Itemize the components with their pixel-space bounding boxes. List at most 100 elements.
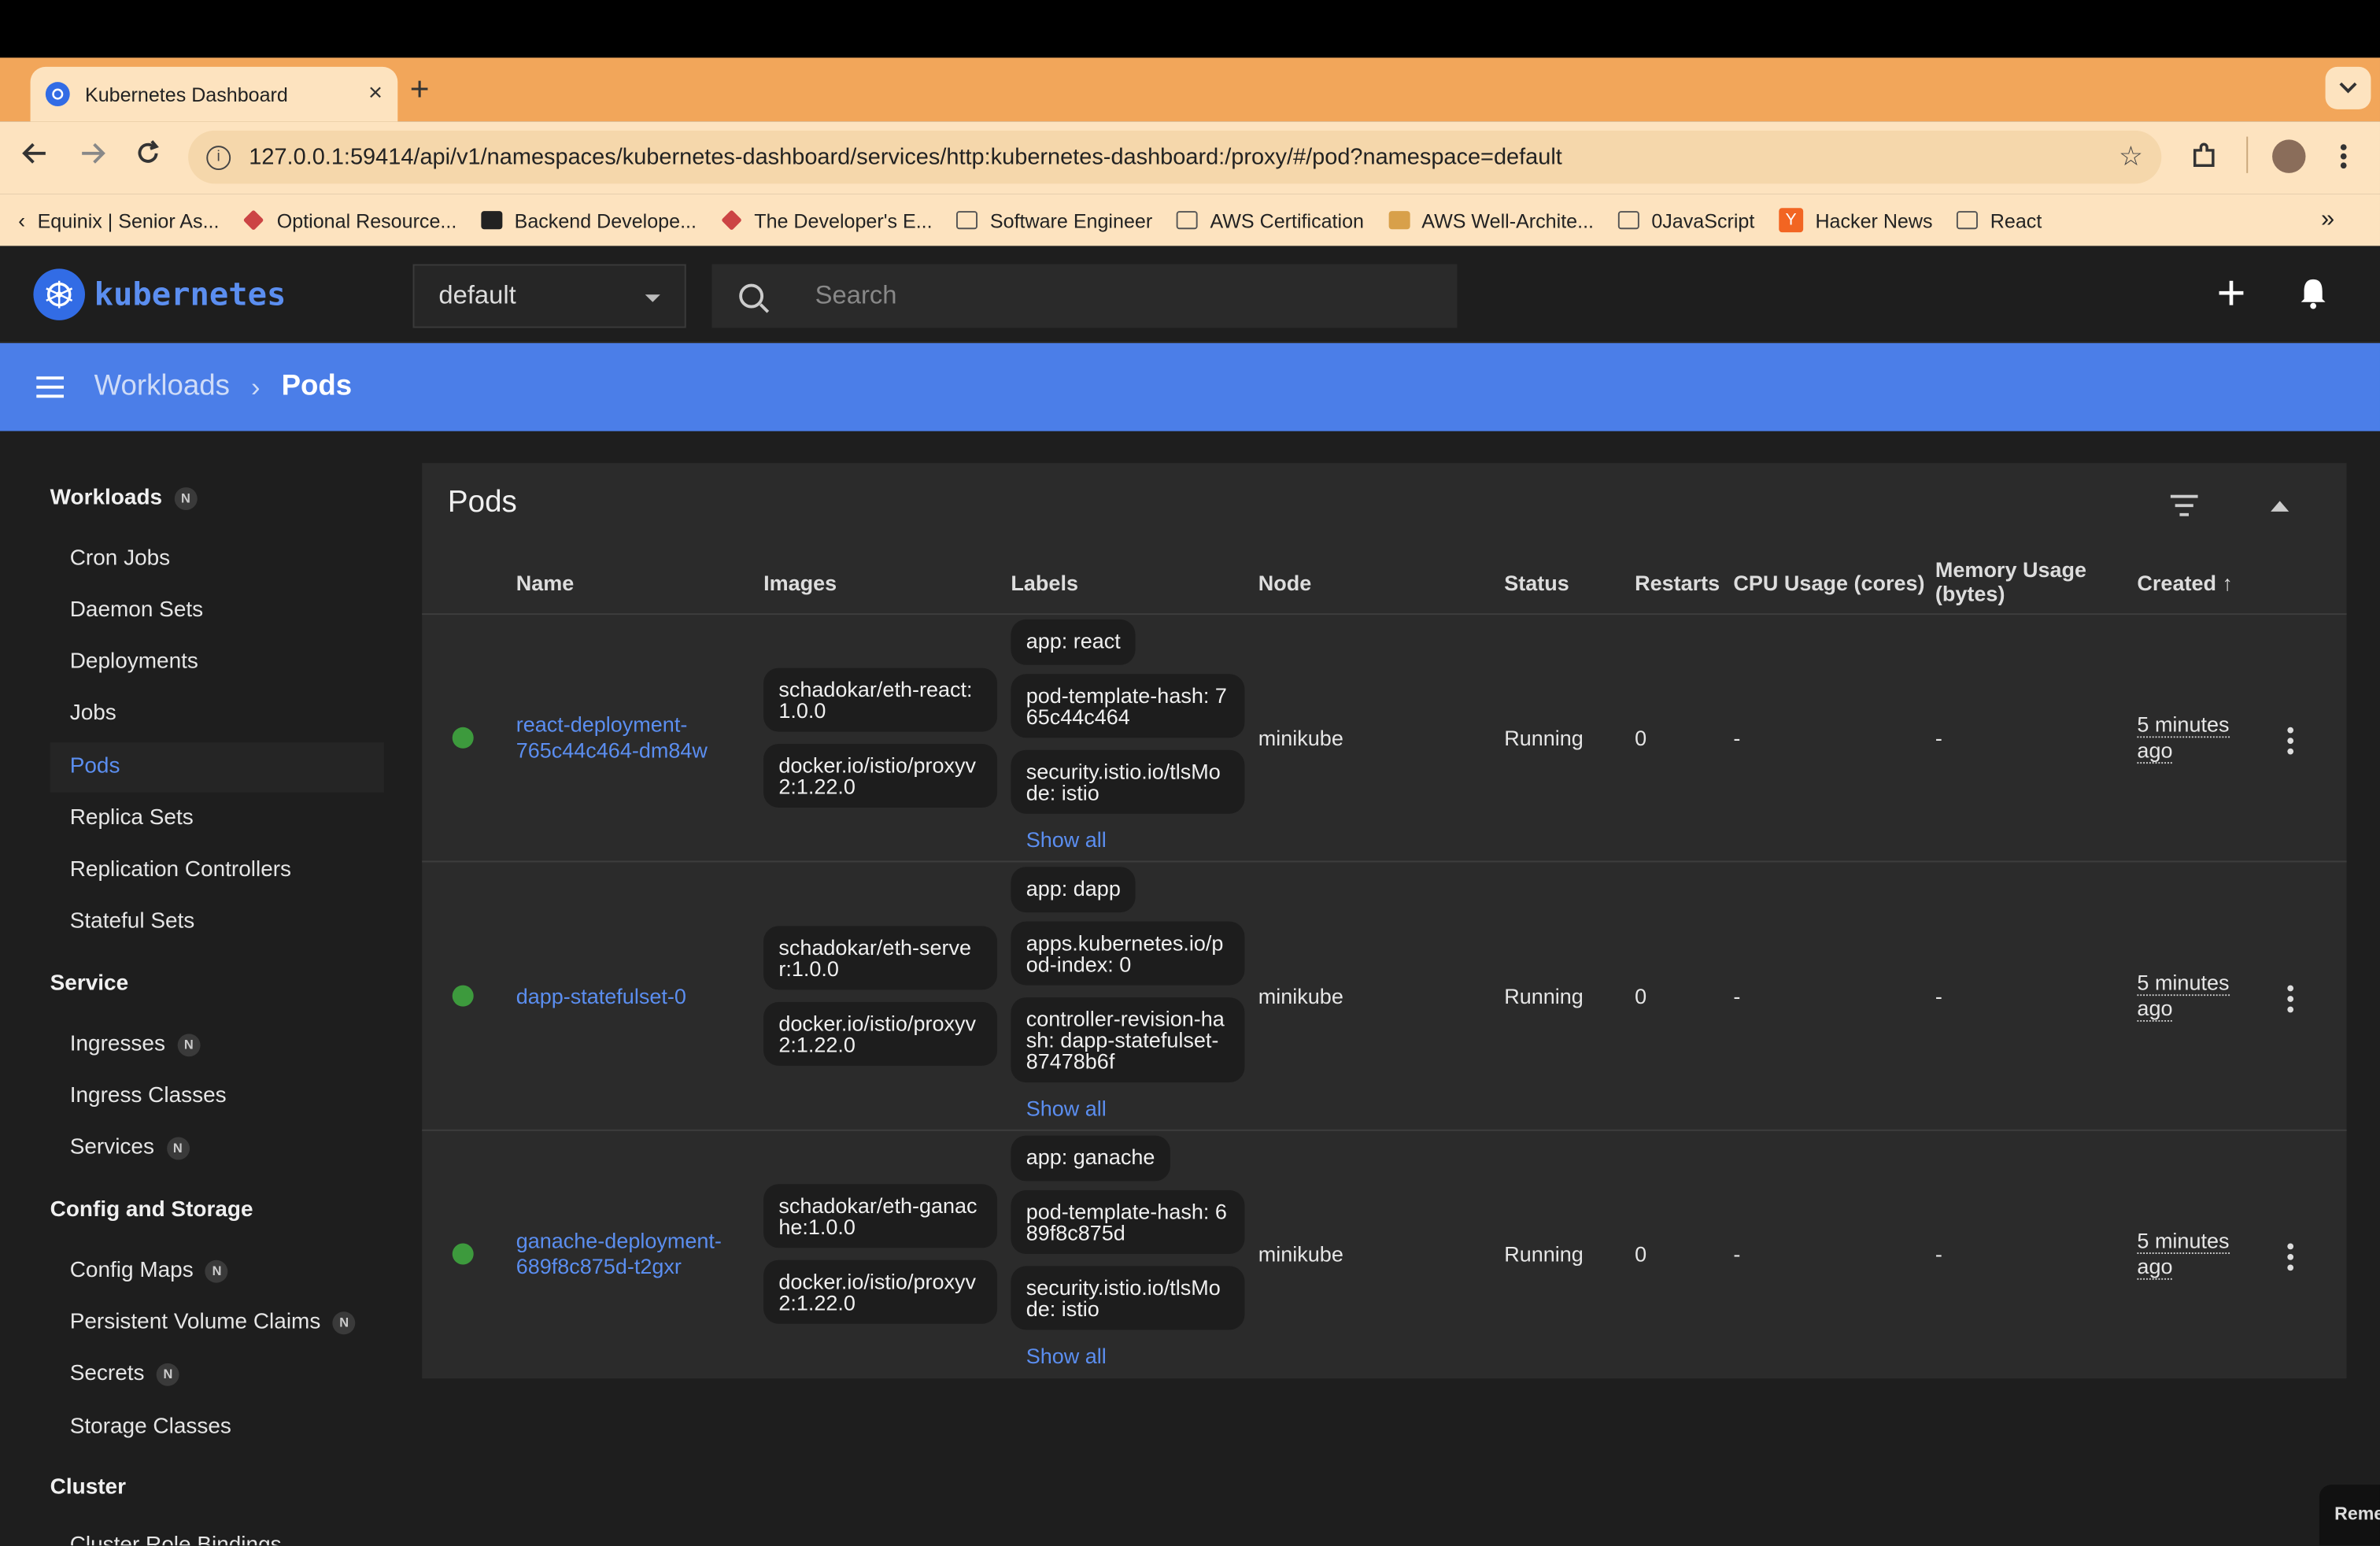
extensions-icon[interactable]: [2189, 141, 2219, 179]
sidebar-item-ingress-classes[interactable]: Ingress Classes: [70, 1084, 227, 1108]
sidebar-item-replication-controllers[interactable]: Replication Controllers: [70, 858, 291, 882]
sidebar-item-jobs[interactable]: Jobs: [70, 701, 116, 726]
image-chip: schadokar/eth-react:1.0.0: [763, 668, 998, 732]
sidebar-item-ingresses[interactable]: Ingresses N: [70, 1032, 201, 1056]
filter-icon[interactable]: [2170, 494, 2198, 516]
site-icon: [481, 211, 503, 230]
bookmark-item[interactable]: The Developer's E...: [720, 209, 933, 231]
site-icon: [1388, 211, 1410, 230]
column-node[interactable]: Node: [1258, 571, 1312, 595]
column-cpu[interactable]: CPU Usage (cores): [1733, 571, 1924, 595]
sidebar-item-cluster-role-bindings[interactable]: Cluster Role Bindings: [70, 1533, 282, 1545]
column-created[interactable]: Created ↑: [2137, 571, 2233, 595]
bookmark-folder[interactable]: AWS Certification: [1177, 209, 1364, 231]
row-actions-menu-icon[interactable]: [2287, 727, 2294, 760]
show-all-labels-link[interactable]: Show all: [1026, 1096, 1107, 1120]
pod-created: 5 minutes ago: [2137, 712, 2230, 764]
column-restarts[interactable]: Restarts: [1635, 571, 1720, 595]
sidebar-section-service[interactable]: Service: [50, 971, 129, 996]
brand-name[interactable]: kubernetes: [94, 276, 286, 313]
create-icon[interactable]: [2216, 276, 2247, 319]
sidebar-item-replica-sets[interactable]: Replica Sets: [70, 806, 194, 830]
pod-cpu: -: [1733, 725, 1741, 750]
pod-status: Running: [1504, 725, 1584, 750]
image-chip: docker.io/istio/proxyv2:1.22.0: [763, 1259, 998, 1324]
address-bar[interactable]: i 127.0.0.1:59414/api/v1/namespaces/kube…: [188, 130, 2162, 184]
bookmark-folder[interactable]: 0JavaScript: [1617, 209, 1754, 231]
column-labels: Labels: [1011, 571, 1078, 595]
sidebar-item-stateful-sets[interactable]: Stateful Sets: [70, 909, 195, 934]
row-actions-menu-icon[interactable]: [2287, 1243, 2294, 1274]
namespaced-badge: N: [156, 1362, 179, 1385]
browser-menu-icon[interactable]: [2338, 141, 2349, 179]
sidebar-item-storage-classes[interactable]: Storage Classes: [70, 1415, 231, 1439]
search-icon: [739, 283, 764, 309]
namespace-selector[interactable]: default: [412, 264, 686, 328]
pod-name-link[interactable]: react-deployment-765c44c464-dm84w: [516, 712, 744, 764]
namespaced-badge: N: [205, 1259, 229, 1282]
pod-name-link[interactable]: ganache-deployment-689f8c875d-t2gxr: [516, 1228, 744, 1280]
folder-icon: [1957, 211, 1979, 230]
reload-icon[interactable]: [135, 139, 163, 174]
bookmark-folder[interactable]: Software Engineer: [956, 209, 1152, 231]
search-input[interactable]: Search: [711, 264, 1458, 328]
hacker-news-icon: Y: [1779, 208, 1804, 233]
image-chip: docker.io/istio/proxyv2:1.22.0: [763, 1001, 998, 1066]
bookmark-folder[interactable]: React: [1957, 209, 2042, 231]
pod-status: Running: [1504, 1241, 1584, 1267]
hamburger-menu-icon[interactable]: [36, 376, 64, 398]
bookmark-star-icon[interactable]: ☆: [2119, 141, 2143, 172]
sidebar-item-secrets[interactable]: Secrets N: [70, 1362, 179, 1386]
sidebar-item-services[interactable]: Services N: [70, 1136, 190, 1160]
sort-arrow-icon: ↑: [2222, 571, 2233, 595]
column-status[interactable]: Status: [1504, 571, 1569, 595]
bookmark-item[interactable]: ‹ Equinix | Senior As...: [18, 208, 219, 232]
column-memory[interactable]: Memory Usage (bytes): [1935, 557, 2117, 606]
label-chip: pod-template-hash: 765c44c464: [1011, 674, 1245, 738]
pod-node: minikube: [1258, 983, 1343, 1008]
bookmark-item[interactable]: Optional Resource...: [243, 209, 456, 231]
namespace-value: default: [438, 280, 516, 310]
sidebar-item-pods[interactable]: Pods: [70, 754, 120, 779]
breadcrumb-workloads[interactable]: Workloads: [94, 371, 230, 404]
card-title: Pods: [447, 486, 517, 520]
forward-icon[interactable]: [79, 139, 106, 174]
sidebar-section-cluster[interactable]: Cluster: [50, 1476, 126, 1500]
bookmark-item[interactable]: Backend Develope...: [481, 209, 697, 231]
browser-tab[interactable]: Kubernetes Dashboard ×: [30, 66, 398, 122]
sidebar-section-workloads[interactable]: Workloads N: [50, 486, 198, 510]
image-chip: docker.io/istio/proxyv2:1.22.0: [763, 743, 998, 808]
pod-name-link[interactable]: dapp-statefulset-0: [516, 984, 744, 1010]
status-running-icon: [452, 985, 474, 1007]
collapse-icon[interactable]: [2271, 501, 2289, 512]
kubernetes-logo-icon[interactable]: [33, 268, 85, 320]
sidebar-item-deployments[interactable]: Deployments: [70, 649, 198, 674]
show-all-labels-link[interactable]: Show all: [1026, 1344, 1107, 1368]
sidebar-item-pvcs[interactable]: Persistent Volume Claims N: [70, 1310, 356, 1334]
bookmark-item[interactable]: Y Hacker News: [1779, 208, 1933, 233]
column-name[interactable]: Name: [516, 571, 575, 595]
notifications-bell-icon[interactable]: [2298, 276, 2329, 320]
toolbar-divider: [2246, 136, 2249, 173]
tab-title: Kubernetes Dashboard: [84, 83, 288, 106]
sidebar-item-daemon-sets[interactable]: Daemon Sets: [70, 598, 203, 623]
profile-avatar[interactable]: [2272, 139, 2306, 173]
label-chip: app: dapp: [1011, 867, 1136, 913]
show-all-labels-link[interactable]: Show all: [1026, 827, 1107, 852]
folder-icon: [956, 211, 978, 230]
tab-close-icon[interactable]: ×: [368, 80, 382, 108]
floating-popup[interactable]: Reme: [2319, 1485, 2380, 1546]
bookmarks-overflow-icon[interactable]: »: [2321, 206, 2334, 234]
sidebar-section-config-storage[interactable]: Config and Storage: [50, 1198, 253, 1222]
pod-cpu: -: [1733, 983, 1741, 1008]
url-text: 127.0.0.1:59414/api/v1/namespaces/kubern…: [249, 144, 1562, 170]
sidebar-item-config-maps[interactable]: Config Maps N: [70, 1259, 229, 1283]
new-tab-icon[interactable]: +: [410, 70, 430, 109]
tab-search-chevron-icon[interactable]: [2325, 66, 2371, 109]
breadcrumb-current: Pods: [281, 370, 353, 403]
back-icon[interactable]: [21, 139, 49, 174]
site-info-icon[interactable]: i: [206, 145, 231, 170]
sidebar-item-cron-jobs[interactable]: Cron Jobs: [70, 546, 170, 571]
row-actions-menu-icon[interactable]: [2287, 985, 2294, 1018]
bookmark-item[interactable]: AWS Well-Archite...: [1388, 209, 1594, 231]
